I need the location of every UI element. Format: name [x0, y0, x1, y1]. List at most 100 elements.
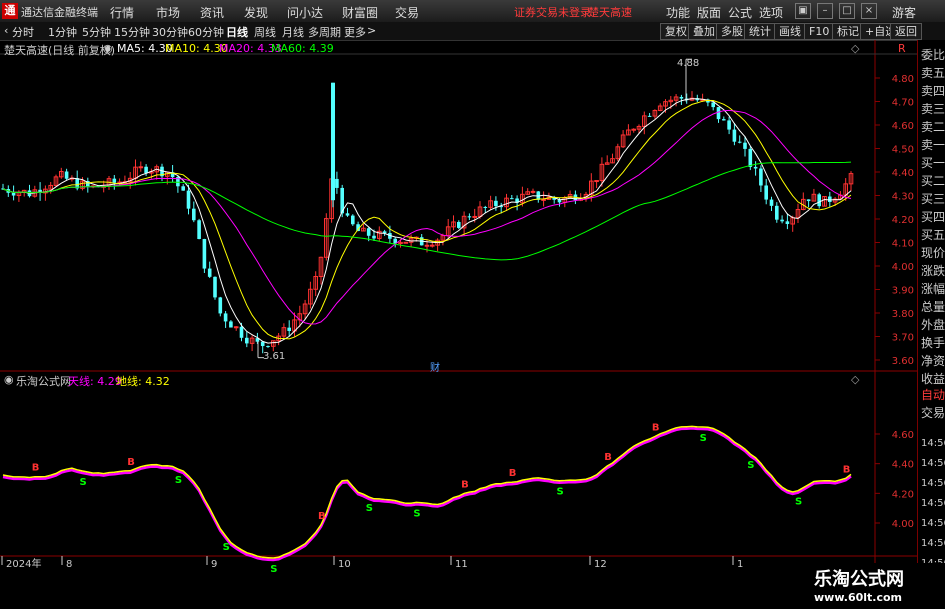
legend-toggle-icon[interactable]: ◉ [103, 42, 113, 55]
candle [647, 112, 652, 117]
side-volume[interactable]: 总量 [921, 298, 945, 315]
side-sell1[interactable]: 卖一 [921, 136, 945, 153]
candle [377, 226, 382, 242]
candle [504, 193, 509, 212]
date-tick-label: 8 [66, 559, 72, 570]
candle [510, 195, 514, 200]
date-tick-label: 2024年 [6, 557, 41, 570]
sub-toggle-icon[interactable]: ◉ [4, 373, 14, 386]
candle [817, 192, 821, 209]
side-outer-vol[interactable]: 外盘 [921, 316, 945, 333]
chart-flag-r: R [898, 42, 906, 55]
period-15min[interactable]: 15分钟 [114, 24, 150, 40]
candle [223, 310, 228, 328]
login-warning[interactable]: 证券交易未登录 [514, 4, 591, 20]
period-30min[interactable]: 30分钟 [152, 24, 188, 40]
side-change-pct[interactable]: 涨幅 [921, 280, 945, 297]
tool-f10[interactable]: F10 [804, 23, 835, 40]
period-multi[interactable]: 多周期 [308, 24, 341, 40]
menu-discover[interactable]: 发现 [244, 4, 268, 21]
side-turnover[interactable]: 换手 [921, 334, 945, 351]
side-sell4[interactable]: 卖四 [921, 82, 945, 99]
side-trade[interactable]: 交易 [921, 404, 945, 421]
menu-wealth-circle[interactable]: 财富圈 [342, 4, 378, 21]
period-timeshare[interactable]: 分时 [12, 24, 34, 40]
buy-marker: B [509, 468, 517, 479]
finance-marker[interactable]: 财 [430, 359, 440, 374]
menu-ask-xiaoda[interactable]: 问小达 [287, 4, 323, 21]
side-earnings[interactable]: 收益 [921, 370, 945, 387]
candle [711, 101, 715, 111]
guest-login[interactable]: 游客 [892, 4, 916, 21]
maximize-icon[interactable]: □ [839, 3, 855, 19]
sub-diamond-icon[interactable]: ◇ [851, 373, 859, 386]
side-buy1[interactable]: 买一 [921, 154, 945, 171]
side-buy4[interactable]: 买四 [921, 208, 945, 225]
chart-diamond-icon[interactable]: ◇ [851, 42, 859, 55]
side-net-asset[interactable]: 净资 [921, 352, 945, 369]
price-tick-label: 3.60 [892, 356, 914, 367]
price-tick-label: 4.60 [892, 121, 914, 132]
candle [419, 234, 424, 246]
menu-layout[interactable]: 版面 [697, 4, 721, 21]
sell-marker: S [366, 503, 373, 514]
date-tick-label: 11 [455, 559, 468, 570]
menu-news[interactable]: 资讯 [200, 4, 224, 21]
candle [626, 124, 631, 136]
menu-function[interactable]: 功能 [666, 4, 690, 21]
side-sell2[interactable]: 卖二 [921, 118, 945, 135]
candle [53, 174, 59, 187]
indicator-tick-label: 4.20 [892, 489, 914, 500]
close-icon[interactable]: × [861, 3, 877, 19]
tool-statistics[interactable]: 统计 [744, 23, 776, 40]
period-60min[interactable]: 60分钟 [188, 24, 224, 40]
price-tick-label: 3.70 [892, 333, 914, 344]
menu-formula[interactable]: 公式 [728, 4, 752, 21]
minimize-icon[interactable]: – [817, 3, 833, 19]
menu-market[interactable]: 市场 [156, 4, 180, 21]
period-1min[interactable]: 1分钟 [48, 24, 77, 40]
candle [732, 123, 737, 146]
menu-bar: 通 通达信金融终端 行情 市场 资讯 发现 问小达 财富圈 交易 证券交易未登录… [0, 0, 945, 23]
candle [769, 196, 774, 212]
tool-draw-line[interactable]: 画线 [774, 23, 806, 40]
candle [207, 261, 212, 279]
period-weekly[interactable]: 周线 [254, 24, 276, 40]
period-more[interactable]: 更多 [344, 24, 366, 40]
menu-quotes[interactable]: 行情 [110, 4, 134, 21]
side-buy2[interactable]: 买二 [921, 172, 945, 189]
side-price[interactable]: 现价 [921, 244, 945, 261]
menu-trade[interactable]: 交易 [395, 4, 419, 21]
candle [615, 143, 621, 162]
side-buy5[interactable]: 买五 [921, 226, 945, 243]
candle [689, 91, 695, 102]
watermark: 乐淘公式网 www.60lt.com [787, 563, 945, 609]
ma-line [2, 109, 852, 325]
tick-time: 14:56 [921, 498, 945, 509]
candle [536, 190, 541, 203]
period-5min[interactable]: 5分钟 [82, 24, 111, 40]
side-weibi[interactable]: 委比 [921, 46, 945, 63]
toolbar-left-arrow-icon[interactable]: ‹ [4, 24, 8, 37]
candle [722, 116, 726, 121]
period-more-arrow-icon[interactable]: > [367, 24, 376, 37]
menu-options[interactable]: 选项 [759, 4, 783, 21]
sell-marker: S [270, 564, 277, 575]
chart-grid [0, 40, 917, 609]
period-daily[interactable]: 日线 [226, 24, 248, 40]
candle [43, 185, 48, 201]
period-monthly[interactable]: 月线 [282, 24, 304, 40]
side-sell3[interactable]: 卖三 [921, 100, 945, 117]
candle [213, 276, 217, 300]
side-buy3[interactable]: 买三 [921, 190, 945, 207]
tool-back[interactable]: 返回 [890, 23, 922, 40]
skin-icon[interactable]: ▣ [795, 3, 811, 19]
kline-chart[interactable]: 4.80 4.70 4.60 4.50 4.40 4.30 4.20 4.10 4.00 3.90… [0, 40, 917, 609]
candle [467, 213, 472, 221]
tick-time: 14:56 [921, 438, 945, 449]
side-sell5[interactable]: 卖五 [921, 64, 945, 81]
price-tick-label: 4.70 [892, 98, 914, 109]
side-auto[interactable]: 自动 [921, 386, 945, 403]
side-change[interactable]: 涨跌 [921, 262, 945, 279]
candle [181, 184, 185, 191]
